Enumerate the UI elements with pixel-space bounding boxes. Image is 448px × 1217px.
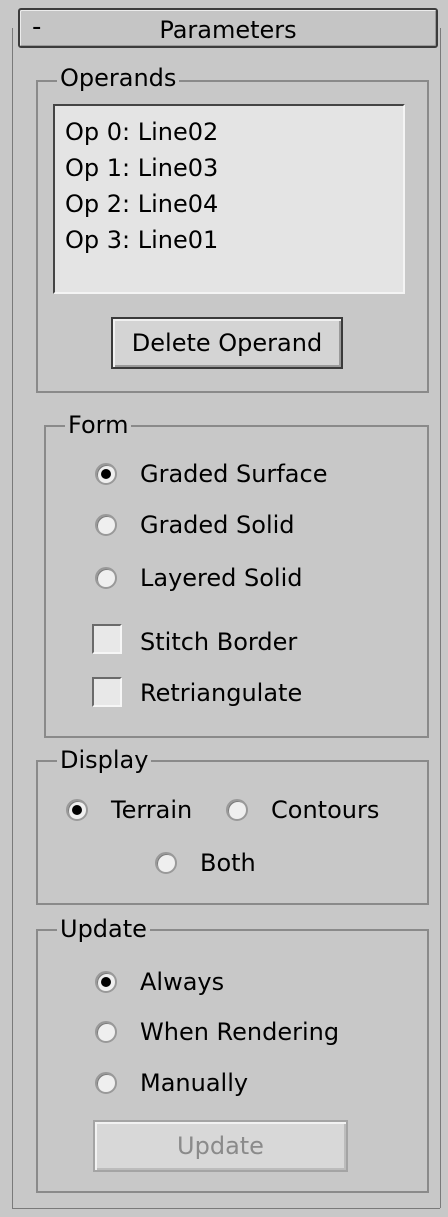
always-radio[interactable]	[95, 971, 117, 993]
manually-radio[interactable]	[95, 1072, 117, 1094]
parameters-rollout-header[interactable]: - Parameters	[18, 8, 438, 48]
contours-radio[interactable]	[226, 799, 248, 821]
terrain-label[interactable]: Terrain	[111, 795, 192, 825]
stitch-border-label[interactable]: Stitch Border	[140, 627, 297, 657]
update-button[interactable]: Update	[93, 1120, 348, 1172]
graded-solid-radio[interactable]	[95, 514, 117, 536]
layered-solid-radio[interactable]	[95, 567, 117, 589]
retriangulate-label[interactable]: Retriangulate	[140, 678, 302, 708]
operand-list-item[interactable]: Op 0: Line02	[65, 114, 393, 150]
rollout-title: Parameters	[159, 16, 297, 44]
manually-label[interactable]: Manually	[140, 1068, 248, 1098]
terrain-radio[interactable]	[66, 799, 88, 821]
display-group-title: Display	[57, 746, 152, 774]
delete-operand-button[interactable]: Delete Operand	[111, 317, 343, 369]
operands-group-title: Operands	[57, 64, 180, 92]
radio-selected-dot	[101, 977, 111, 987]
graded-solid-label[interactable]: Graded Solid	[140, 510, 295, 540]
graded-surface-label[interactable]: Graded Surface	[140, 459, 327, 489]
when-rendering-label[interactable]: When Rendering	[140, 1017, 339, 1047]
both-label[interactable]: Both	[200, 848, 256, 878]
operands-listbox[interactable]: Op 0: Line02 Op 1: Line03 Op 2: Line04 O…	[53, 104, 405, 294]
both-radio[interactable]	[155, 852, 177, 874]
always-label[interactable]: Always	[140, 967, 224, 997]
form-group-title: Form	[65, 411, 132, 439]
display-group	[36, 760, 429, 905]
operand-list-item[interactable]: Op 2: Line04	[65, 186, 393, 222]
retriangulate-checkbox[interactable]	[92, 677, 122, 707]
operand-list-item[interactable]: Op 3: Line01	[65, 222, 393, 258]
rollout-frame-right	[440, 28, 441, 1208]
rollout-frame-bottom	[12, 1208, 440, 1209]
update-group-title: Update	[57, 915, 150, 943]
radio-selected-dot	[101, 469, 111, 479]
when-rendering-radio[interactable]	[95, 1021, 117, 1043]
radio-selected-dot	[72, 805, 82, 815]
rollout-frame-left	[12, 28, 13, 1208]
operand-list-item[interactable]: Op 1: Line03	[65, 150, 393, 186]
graded-surface-radio[interactable]	[95, 463, 117, 485]
stitch-border-checkbox[interactable]	[92, 624, 122, 654]
contours-label[interactable]: Contours	[271, 795, 379, 825]
layered-solid-label[interactable]: Layered Solid	[140, 563, 303, 593]
